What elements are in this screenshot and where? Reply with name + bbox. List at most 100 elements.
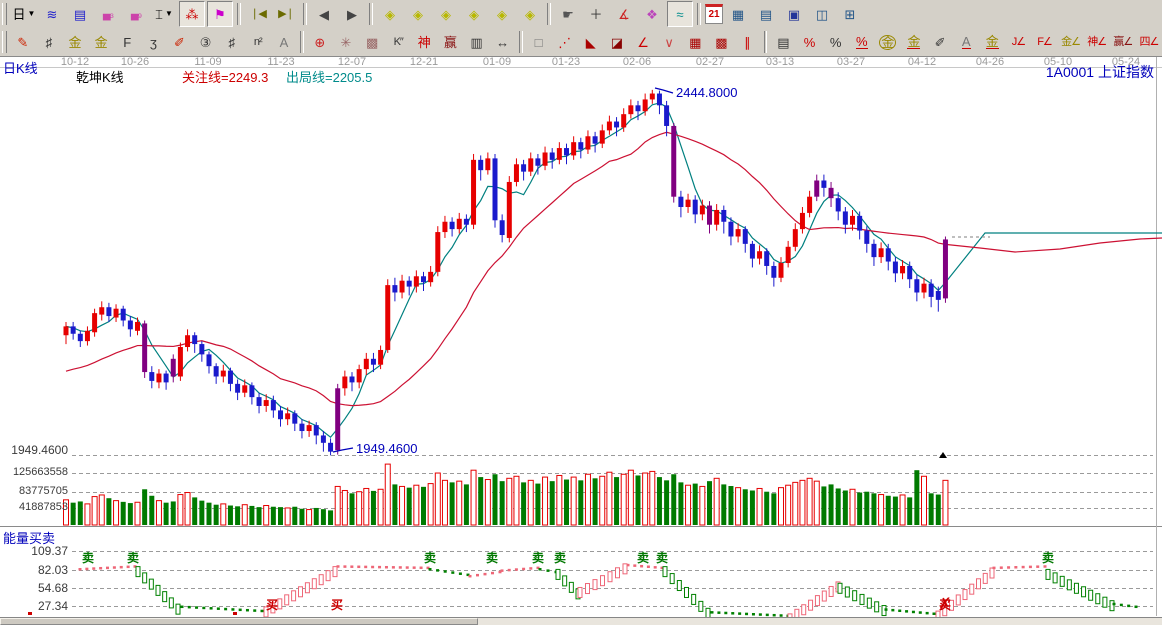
indicator-name-label[interactable]: 乾坤K线 [76, 67, 124, 86]
scrollbar-thumb[interactable] [0, 618, 478, 625]
signal-flag-icon[interactable]: ⚑ [207, 1, 233, 27]
indicator-dot [508, 569, 511, 572]
indicator-bar [278, 599, 282, 609]
si-angle-icon[interactable]: 四∠ [1137, 29, 1161, 55]
trendline-tool-icon[interactable]: ≈ [667, 1, 693, 27]
volume-bar [864, 492, 869, 525]
next-bar-icon[interactable]: ▶ [339, 1, 365, 27]
chart-canvas[interactable] [0, 0, 1162, 625]
volume-bar [464, 484, 469, 525]
gold-circle-icon[interactable]: 金 [876, 29, 900, 55]
gold-section-icon[interactable]: 金 [63, 29, 87, 55]
angle-measure-icon[interactable]: ∡ [611, 1, 637, 27]
indicator-dot [724, 612, 727, 615]
last-bar-icon[interactable]: ▶❘ [273, 1, 299, 27]
cycle3-icon[interactable]: ③ [194, 29, 218, 55]
zigzag-icon[interactable]: ∨ [657, 29, 681, 55]
candle-body [114, 309, 119, 318]
toolbar-grip[interactable] [2, 3, 7, 25]
grid-lines-icon[interactable]: ♯ [37, 29, 61, 55]
rect-tool-icon[interactable]: □ [527, 29, 551, 55]
scroll-left-icon[interactable]: ◈ [377, 1, 403, 27]
gann-box-icon[interactable]: ◪ [605, 29, 629, 55]
notes-icon[interactable]: ▤ [753, 1, 779, 27]
gold-channel-icon: 金 [95, 36, 108, 49]
save-icon[interactable]: ▣ [781, 1, 807, 27]
scroll-right-icon[interactable]: ◈ [405, 1, 431, 27]
circle-target-icon[interactable]: ⊕ [308, 29, 332, 55]
gold-line-icon[interactable]: 金 [980, 29, 1004, 55]
export-data-icon[interactable]: ◫ [809, 1, 835, 27]
volume-bar [636, 475, 641, 525]
candle-body [843, 211, 848, 224]
ray-fan-icon[interactable]: ⋰ [553, 29, 577, 55]
spiral-icon[interactable]: ʒ [141, 29, 165, 55]
drag-hand-icon[interactable]: ☛ [555, 1, 581, 27]
fibo-f-icon[interactable]: F [115, 29, 139, 55]
ying-angle-icon[interactable]: 赢∠ [1111, 29, 1135, 55]
candle-style-icon[interactable]: ⌶▼ [151, 1, 177, 27]
percent-zone-icon[interactable]: % [797, 29, 821, 55]
percent-line-icon[interactable]: % [850, 29, 874, 55]
angle-line-icon[interactable]: ∠ [631, 29, 655, 55]
draw-brush-icon[interactable]: ✎ [11, 29, 35, 55]
indicator-bar [802, 605, 806, 615]
info-board-icon[interactable]: ▤ [67, 1, 93, 27]
gann-fan-icon[interactable]: ◣ [579, 29, 603, 55]
price-note-icon[interactable]: ✐ [928, 29, 952, 55]
k-quote-icon[interactable]: K″ [386, 29, 410, 55]
gold-angle-icon[interactable]: 金∠ [1059, 29, 1083, 55]
ying-tool-icon[interactable]: 赢 [438, 29, 462, 55]
brush2-icon[interactable]: ✐ [167, 29, 191, 55]
grid2-lines-icon[interactable]: ♯ [220, 29, 244, 55]
shen-tool-icon[interactable]: 神 [412, 29, 436, 55]
candle-body [550, 152, 555, 159]
zoom-out-h-icon[interactable]: ◈ [433, 1, 459, 27]
candle-body [385, 285, 390, 350]
volume9-icon[interactable]: ▄₉ [123, 1, 149, 27]
period-label[interactable]: 日K线 [3, 58, 38, 77]
candle-body [643, 99, 648, 111]
wave-a-icon[interactable]: A [954, 29, 978, 55]
gann-grid2-icon[interactable]: ▩ [709, 29, 733, 55]
pan-4way-icon[interactable]: ◈ [489, 1, 515, 27]
overview-icon[interactable]: ≋ [39, 1, 65, 27]
n-squared-icon[interactable]: n² [246, 29, 270, 55]
percent-icon[interactable]: % [824, 29, 848, 55]
calculator-icon[interactable]: ▦ [725, 1, 751, 27]
gold-arc-icon[interactable]: 金 [902, 29, 926, 55]
text-note-icon[interactable]: A [272, 29, 296, 55]
toolbar-grip[interactable] [2, 31, 7, 53]
prev-bar-icon[interactable]: ◀ [311, 1, 337, 27]
transfer-icon[interactable]: ⊞ [837, 1, 863, 27]
gold-line-icon: 金 [986, 35, 999, 49]
horizontal-scrollbar[interactable] [0, 617, 1162, 625]
star-burst-icon[interactable]: ✳ [334, 29, 358, 55]
indicator-dot [378, 566, 381, 569]
gold-channel-icon[interactable]: 金 [89, 29, 113, 55]
zoom-star-icon[interactable]: ◈ [461, 1, 487, 27]
ruler-icon[interactable]: ▥ [464, 29, 488, 55]
qiankun-kline-icon[interactable]: ⁂ [179, 1, 205, 27]
zoom-4way-icon[interactable]: ◈ [517, 1, 543, 27]
stats-percent-icon[interactable]: ▤ [771, 29, 795, 55]
grid-target-icon[interactable]: ▩ [360, 29, 384, 55]
parallel-lines-icon[interactable]: ∥ [735, 29, 759, 55]
crosshair-icon[interactable]: ＋ [583, 1, 609, 27]
volume-bar [571, 477, 576, 525]
volume3-icon[interactable]: ▄₃ [95, 1, 121, 27]
indicator-bar [809, 600, 813, 610]
gann-grid-icon[interactable]: ▦ [683, 29, 707, 55]
f-angle-icon[interactable]: F∠ [1032, 29, 1056, 55]
indicator-dot [926, 612, 929, 615]
calculator-icon: ▦ [732, 8, 744, 21]
angle-line-icon: ∠ [637, 36, 649, 49]
period-selector[interactable]: 日▼ [11, 1, 37, 27]
indicator-dot [1113, 603, 1116, 606]
shen-angle-icon[interactable]: 神∠ [1085, 29, 1109, 55]
j-angle-icon[interactable]: J∠ [1006, 29, 1030, 55]
bar-width-icon[interactable]: ↔ [491, 29, 515, 55]
calendar-icon[interactable]: 21 [705, 4, 723, 24]
first-bar-icon[interactable]: ❘◀ [245, 1, 271, 27]
mark-tool-icon[interactable]: ❖ [639, 1, 665, 27]
